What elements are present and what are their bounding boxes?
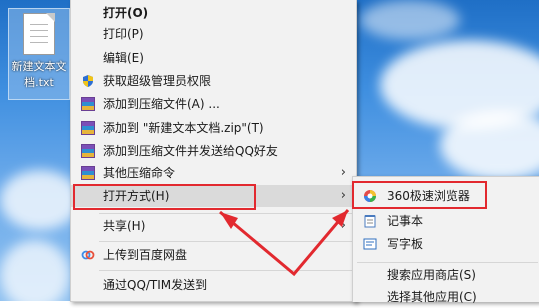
- annotation-arrows: [219, 209, 350, 277]
